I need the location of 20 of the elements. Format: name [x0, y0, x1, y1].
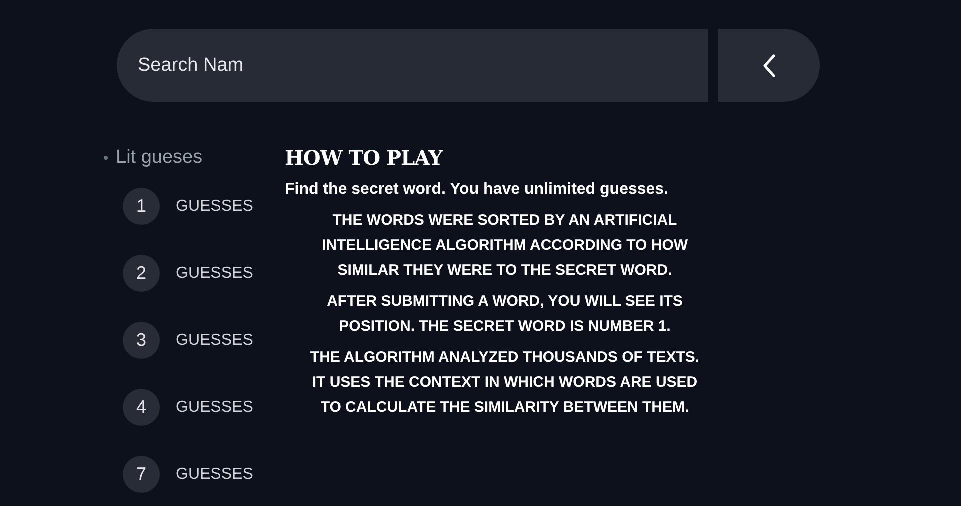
guess-label: GUESSES — [176, 330, 254, 350]
how-to-play-title: HOW TO PLAY — [285, 145, 444, 172]
search-field[interactable]: Search Nam — [117, 29, 708, 102]
guess-label: GUESSES — [176, 464, 254, 484]
instruction-paragraph: THE WORDS WERE SORTED BY AN ARTIFICIAL INTELLIGENCE ALGORITHM ACCORDING TO HOW SIMILAR THEY WERE TO THE SECRET WORD. — [320, 211, 690, 281]
instruction-paragraph: AFTER SUBMITTING A WORD, YOU WILL SEE ITS POSITION. THE SECRET WORD IS NUMBER 1. — [326, 292, 684, 337]
guess-label: GUESSES — [176, 398, 254, 418]
back-chevron-icon — [762, 54, 776, 78]
guess-number: 7 — [123, 456, 160, 493]
bullet-icon — [104, 156, 108, 160]
guess-label: GUESSES — [176, 264, 254, 284]
intro-text: Find the secret word. You have unlimited guesses. — [285, 180, 670, 200]
guess-number: 4 — [123, 389, 160, 426]
guess-number: 1 — [123, 188, 160, 225]
back-button[interactable] — [718, 29, 820, 102]
guess-number: 2 — [123, 255, 160, 292]
instruction-paragraph: THE ALGORITHM ANALYZED THOUSANDS OF TEXTS. IT USES THE CONTEXT IN WHICH WORDS ARE USED TO CALCULATE THE SIMILARITY BETWEEN THEM. — [309, 348, 701, 418]
guess-number: 3 — [123, 322, 160, 359]
list-heading: Lit gueses — [116, 146, 203, 170]
guess-label: GUESSES — [176, 196, 254, 216]
